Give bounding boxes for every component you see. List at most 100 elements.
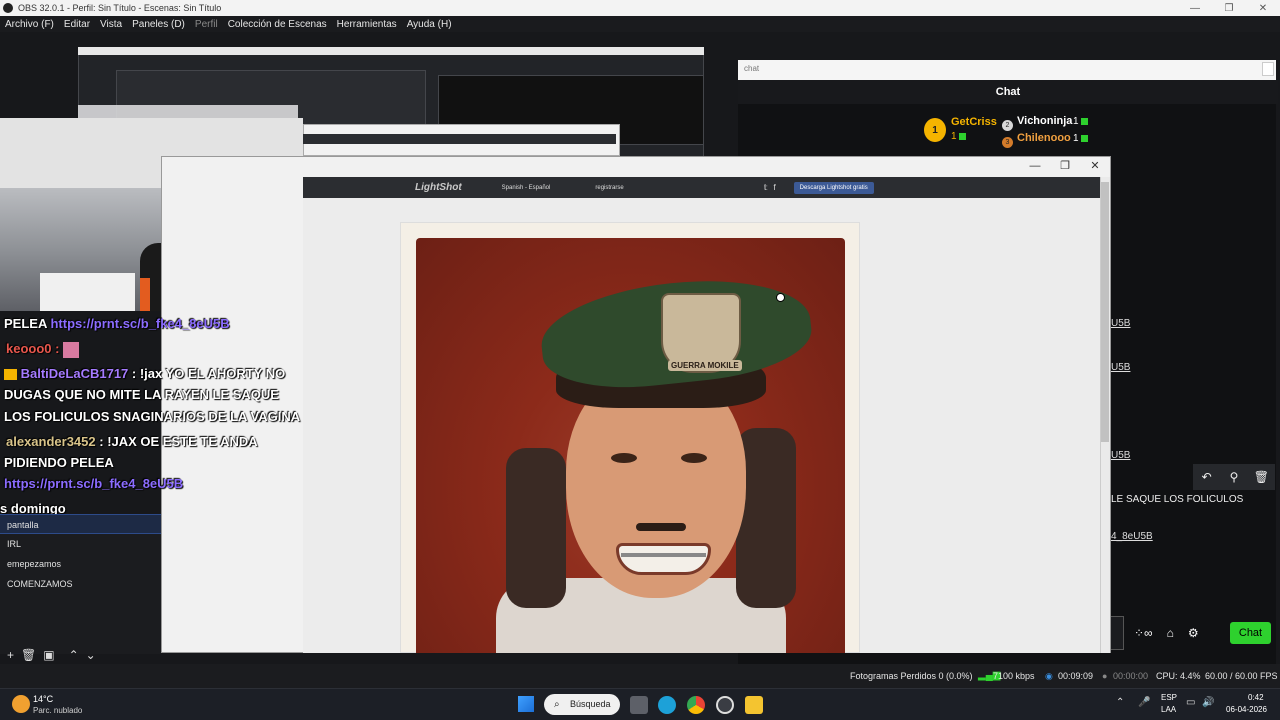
download-button[interactable]: Descarga Lightshot gratis (793, 181, 874, 194)
chat-dock-scroll[interactable] (1262, 62, 1274, 76)
weather-desc: Parc. nublado (33, 706, 83, 715)
stream-icon: ◉ (1045, 671, 1053, 681)
scene-item[interactable]: COMENZAMOS (0, 574, 161, 594)
menu-paneles[interactable]: Paneles (D) (127, 19, 190, 30)
stream-time: 00:09:09 (1058, 671, 1094, 681)
weather-icon[interactable] (12, 695, 30, 713)
scenes-dock: pantalla IRL emepezamos COMENZAMOS (0, 514, 161, 654)
search-icon: ⌕ (554, 699, 560, 710)
chat-message-toolbar: ↶ ⚲ 🗑 (1193, 464, 1275, 490)
minimize-icon[interactable]: — (1020, 157, 1050, 175)
chat-send-button[interactable]: Chat (1230, 622, 1271, 644)
edge-icon[interactable] (658, 696, 676, 714)
overlay-link[interactable]: https://prnt.sc/b_fke4_8eU5B (50, 316, 229, 331)
volume-icon[interactable]: 🔊 (1202, 697, 1214, 708)
bed (40, 273, 135, 311)
overlay-username: alexander3452 (6, 434, 96, 449)
obs-logo-icon (3, 3, 13, 13)
leader-2-name: Vichoninja (1017, 115, 1073, 127)
minimize-icon[interactable]: — (1178, 3, 1212, 14)
mustache (636, 523, 686, 531)
store-icon[interactable]: ⌂ (1167, 626, 1174, 640)
obs-icon[interactable] (716, 696, 734, 714)
twitter-icon[interactable]: 𝕥 (764, 183, 768, 192)
chat-link-snippet[interactable]: 4_8eU5B (1111, 531, 1153, 542)
task-view-icon[interactable] (630, 696, 648, 714)
overlay-line-5: LOS FOLICULOS SNAGINARIOS DE LA VAGINA (4, 409, 301, 424)
overlay-text: !jax YO EL AHORTY NO (139, 366, 286, 381)
chat-dock-address[interactable]: chat (738, 60, 1276, 80)
chat-message-snippet: LE SAQUE LOS FOLICULOS (1111, 494, 1244, 505)
taskbar: 14°C Parc. nublado ⌕ Búsqueda ⌃ 🎤 ESP LA… (0, 688, 1280, 720)
file-explorer-icon[interactable] (745, 696, 763, 714)
windows-start-icon[interactable] (518, 696, 534, 712)
overlay-username: keooo0 (6, 341, 52, 356)
network-icon[interactable]: ▭ (1186, 697, 1195, 708)
leader-3-badge: 3 (1002, 133, 1013, 148)
leader-1-count: 1 (951, 131, 957, 142)
lightshot-scroll-thumb[interactable] (1101, 182, 1109, 442)
right-eye (681, 453, 707, 463)
register-link[interactable]: registrarse (595, 185, 623, 191)
menu-coleccion-escenas[interactable]: Colección de Escenas (223, 19, 332, 30)
chevron-down-icon[interactable]: ⌄ (86, 648, 96, 662)
chat-link-snippet[interactable]: U5B (1111, 318, 1130, 329)
chevron-up-icon[interactable]: ⌃ (69, 648, 79, 662)
keyboard-layout[interactable]: LAA (1161, 705, 1176, 714)
menu-vista[interactable]: Vista (95, 19, 127, 30)
chrome-icon[interactable] (687, 696, 705, 714)
menu-herramientas[interactable]: Herramientas (332, 19, 402, 30)
language-select[interactable]: Spanish - Español (502, 185, 551, 191)
add-scene-icon[interactable]: + (7, 648, 14, 662)
scene-item[interactable]: IRL (0, 534, 161, 554)
pin-icon[interactable]: ⚲ (1225, 468, 1243, 486)
menu-editar[interactable]: Editar (59, 19, 95, 30)
leader-1: 1 (924, 118, 946, 142)
chair-left (506, 448, 566, 608)
overlay-link-2[interactable]: https://prnt.sc/b_fke4_8eU5B (4, 476, 183, 491)
leader-2-badge: 2 (1002, 116, 1013, 131)
cursor-icon (776, 293, 785, 302)
filter-icon[interactable]: ▣ (43, 648, 54, 662)
chair-accent (140, 278, 150, 311)
close-icon[interactable]: ✕ (1246, 3, 1280, 14)
leader-1-name: GetCriss (951, 116, 997, 128)
close-icon[interactable]: ✕ (1080, 157, 1110, 175)
delete-icon[interactable]: 🗑 (1252, 468, 1270, 486)
left-eye (611, 453, 637, 463)
trash-icon[interactable]: 🗑 (21, 648, 36, 662)
facebook-icon[interactable]: f (773, 183, 775, 192)
chat-link-snippet[interactable]: U5B (1111, 450, 1130, 461)
overlay-text: !JAX OE ESTE TE ANDA (107, 434, 258, 449)
record-time: 00:00:00 (1113, 671, 1149, 681)
chat-link-snippet[interactable]: U5B (1111, 362, 1130, 373)
bitrate: 7100 kbps (993, 671, 1035, 681)
lightshot-logo[interactable]: LightShot (415, 182, 462, 193)
window-title: OBS 32.0.1 - Perfil: Sin Título - Escena… (18, 3, 222, 13)
leader-3-name: Chilenooo (1017, 132, 1071, 144)
overlay-line-6: alexander3452 : !JAX OE ESTE TE ANDA (6, 434, 258, 449)
reply-icon[interactable]: ↶ (1198, 468, 1216, 486)
chat-input[interactable] (1110, 616, 1124, 650)
clock-date[interactable]: 06-04-2026 (1226, 705, 1267, 714)
gear-icon[interactable]: ⚙ (1188, 626, 1199, 640)
mic-icon[interactable]: 🎤 (1138, 697, 1150, 708)
menu-ayuda[interactable]: Ayuda (H) (402, 19, 457, 30)
maximize-icon[interactable]: ❐ (1050, 157, 1080, 175)
infinity-icon[interactable]: ⁘∞ (1134, 626, 1153, 640)
maximize-icon[interactable]: ❐ (1212, 3, 1246, 14)
gold-medal-icon: 1 (924, 118, 946, 142)
points-icon (1081, 135, 1088, 142)
taskbar-search[interactable]: ⌕ Búsqueda (544, 694, 620, 715)
crown-icon (4, 369, 17, 381)
overlay-user-keooo: keooo0 : (6, 341, 80, 358)
chevron-up-icon[interactable]: ⌃ (1116, 697, 1124, 708)
input-language[interactable]: ESP (1161, 693, 1177, 702)
clock-time[interactable]: 0:42 (1248, 693, 1264, 702)
search-label: Búsqueda (570, 699, 611, 709)
scene-item[interactable]: emepezamos (0, 554, 161, 574)
status-bar: Fotogramas Perdidos 0 (0.0%) ▂▄▆ 7100 kb… (0, 664, 1280, 688)
menu-perfil[interactable]: Perfil (190, 19, 223, 30)
scene-item[interactable]: pantalla (0, 514, 161, 534)
menu-archivo[interactable]: Archivo (F) (0, 19, 59, 30)
